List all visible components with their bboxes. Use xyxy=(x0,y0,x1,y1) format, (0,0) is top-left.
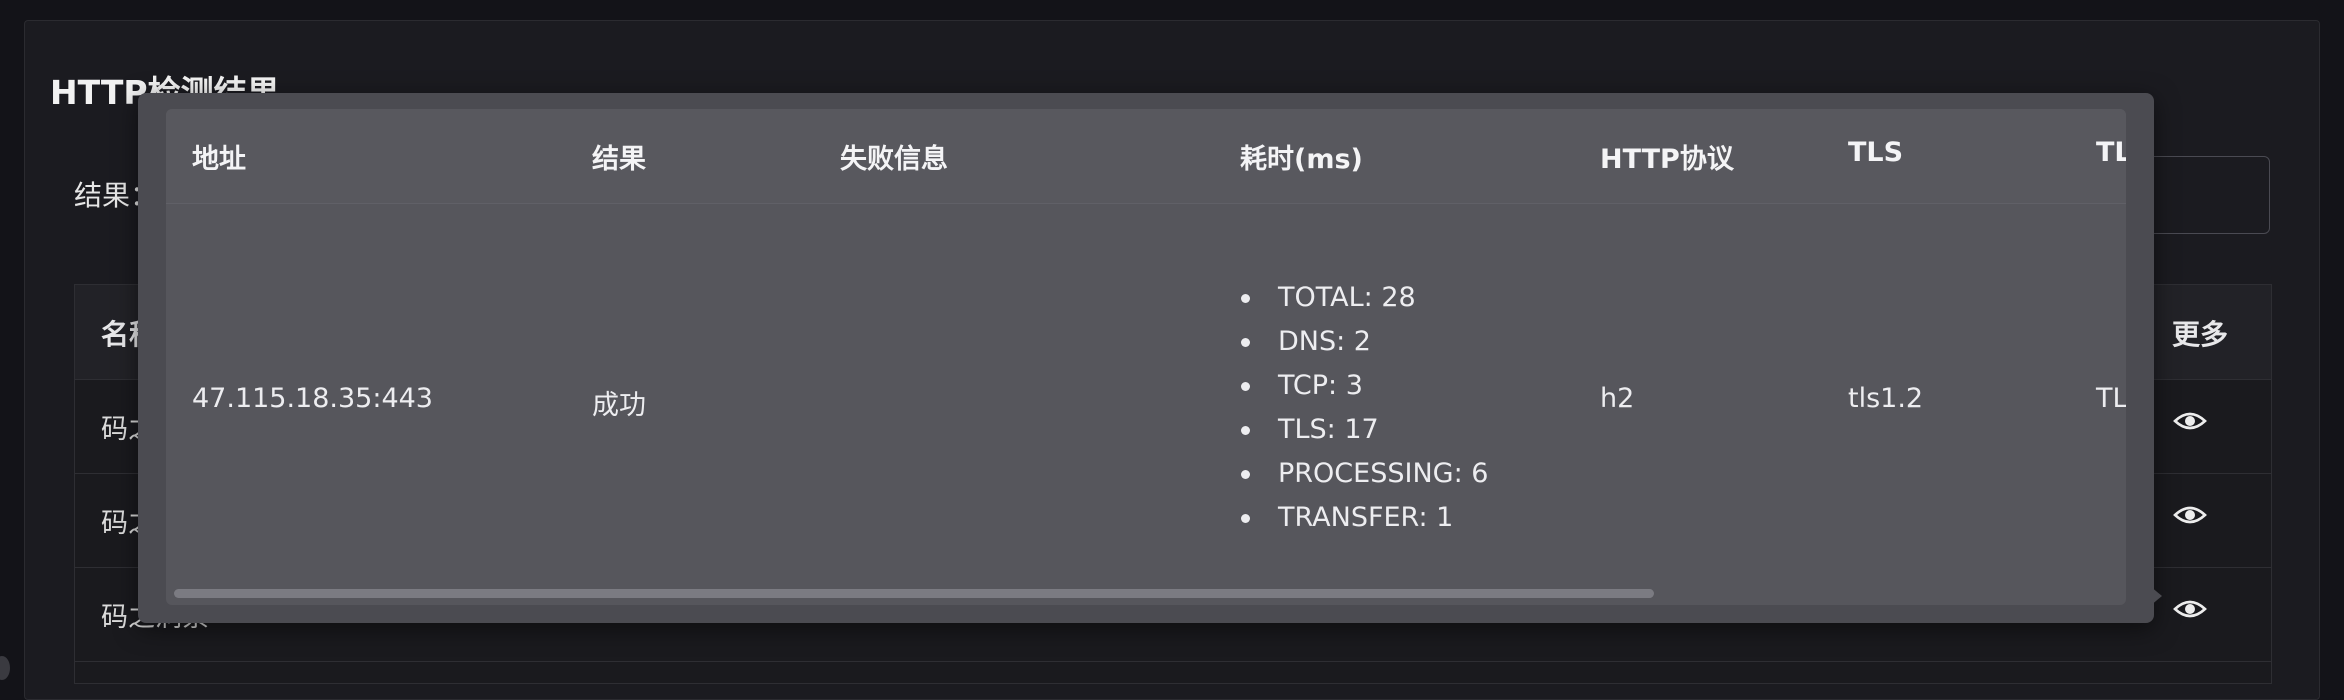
tls-extra-value: TL xyxy=(2096,383,2126,414)
column-header-timing: 耗时(ms) xyxy=(1240,144,1363,175)
corner-handle xyxy=(0,656,10,680)
eye-icon[interactable] xyxy=(2173,597,2207,621)
column-header-http-protocol: HTTP协议 xyxy=(1600,144,1734,175)
detail-table-header: 地址 结果 失败信息 耗时(ms) HTTP协议 TLS TL xyxy=(166,109,2126,204)
horizontal-scrollbar[interactable] xyxy=(174,589,1654,598)
column-header-error: 失败信息 xyxy=(840,144,948,175)
timing-list: TOTAL: 28 DNS: 2 TCP: 3 TLS: 17 PROCESSI… xyxy=(1238,276,1488,540)
column-header-tls-extra: TL xyxy=(2096,137,2126,168)
timing-item: TRANSFER: 1 xyxy=(1238,496,1488,540)
address-value: 47.115.18.35:443 xyxy=(192,383,433,414)
result-value: 成功 xyxy=(592,390,646,421)
timing-item: TCP: 3 xyxy=(1238,364,1488,408)
detail-table: 地址 结果 失败信息 耗时(ms) HTTP协议 TLS TL 47.115.1… xyxy=(166,109,2126,605)
timing-item: DNS: 2 xyxy=(1238,320,1488,364)
timing-item: PROCESSING: 6 xyxy=(1238,452,1488,496)
popover-arrow xyxy=(2150,586,2162,606)
http-protocol-value: h2 xyxy=(1600,383,1635,414)
timing-item: TLS: 17 xyxy=(1238,408,1488,452)
column-header-tls: TLS xyxy=(1848,137,1904,168)
detail-popover: 地址 结果 失败信息 耗时(ms) HTTP协议 TLS TL 47.115.1… xyxy=(138,93,2154,623)
detail-row: 47.115.18.35:443 成功 h2 tls1.2 TL xyxy=(166,203,2126,573)
tls-value: tls1.2 xyxy=(1848,383,1924,414)
timing-item: TOTAL: 28 xyxy=(1238,276,1488,320)
column-header-more: 更多 xyxy=(2172,318,2229,351)
column-header-result: 结果 xyxy=(592,144,646,175)
column-header-address: 地址 xyxy=(192,144,246,175)
eye-icon[interactable] xyxy=(2173,503,2207,527)
eye-icon[interactable] xyxy=(2173,409,2207,433)
